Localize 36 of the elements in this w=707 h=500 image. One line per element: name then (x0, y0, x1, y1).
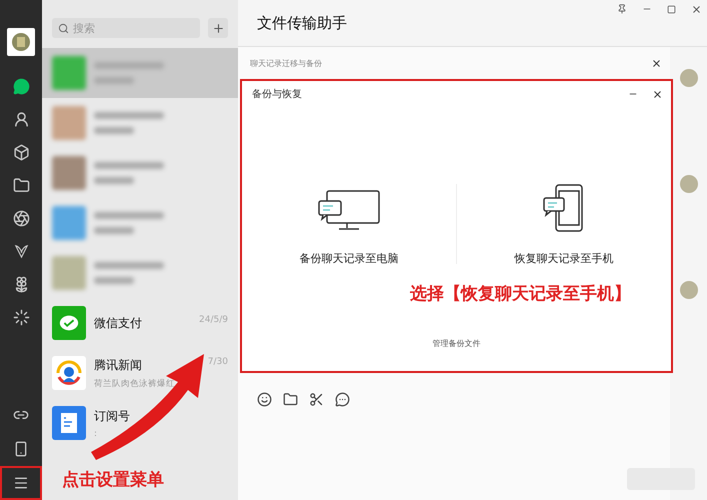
avatar-icon (680, 175, 698, 193)
dialog-title: 备份与恢复 (252, 88, 302, 101)
folder-icon[interactable] (282, 391, 298, 407)
chat-preview: 荷兰队肉色泳裤爆红 (94, 378, 176, 390)
menu-icon (13, 475, 29, 491)
scissors-icon[interactable] (308, 391, 324, 407)
chat-name: 订阅号 (94, 408, 130, 424)
avatar-icon (680, 69, 698, 87)
add-button[interactable] (208, 18, 228, 38)
chat-name: 腾讯新闻 (94, 356, 142, 374)
annotation-text: 选择【恢复聊天记录至手机】 (410, 283, 631, 305)
backup-option[interactable]: 备份聊天记录至电脑 (242, 181, 456, 266)
annotation-text: 点击设置菜单 (62, 469, 164, 491)
chat-time: 24/5/9 (199, 314, 228, 326)
phone-chat-icon (542, 183, 586, 233)
monitor-chat-icon (317, 189, 381, 233)
search-field[interactable]: 搜索 (52, 18, 200, 38)
dialog-title: 聊天记录迁移与备份 (250, 58, 322, 68)
maximize-icon (667, 4, 676, 14)
chat-title: 文件传输助手 (257, 14, 347, 32)
chat-time: 7/30 (208, 356, 228, 368)
search-icon (58, 23, 69, 34)
close-icon (691, 4, 702, 14)
emoji-icon[interactable] (256, 391, 272, 407)
backup-option[interactable]: 恢复聊天记录至手机 (457, 181, 671, 266)
plus-icon (212, 22, 224, 34)
avatar-icon (680, 281, 698, 299)
document-icon (60, 412, 78, 434)
chat-name: 微信支付 (94, 314, 142, 332)
news-logo-icon (54, 358, 84, 388)
chat-preview: : (94, 428, 98, 438)
manage-backups-link[interactable]: 管理备份文件 (432, 338, 480, 349)
chat-bubble-icon[interactable] (334, 391, 350, 407)
phone-icon (13, 441, 29, 457)
menu-button[interactable] (0, 466, 42, 500)
user-avatar[interactable] (7, 28, 35, 56)
